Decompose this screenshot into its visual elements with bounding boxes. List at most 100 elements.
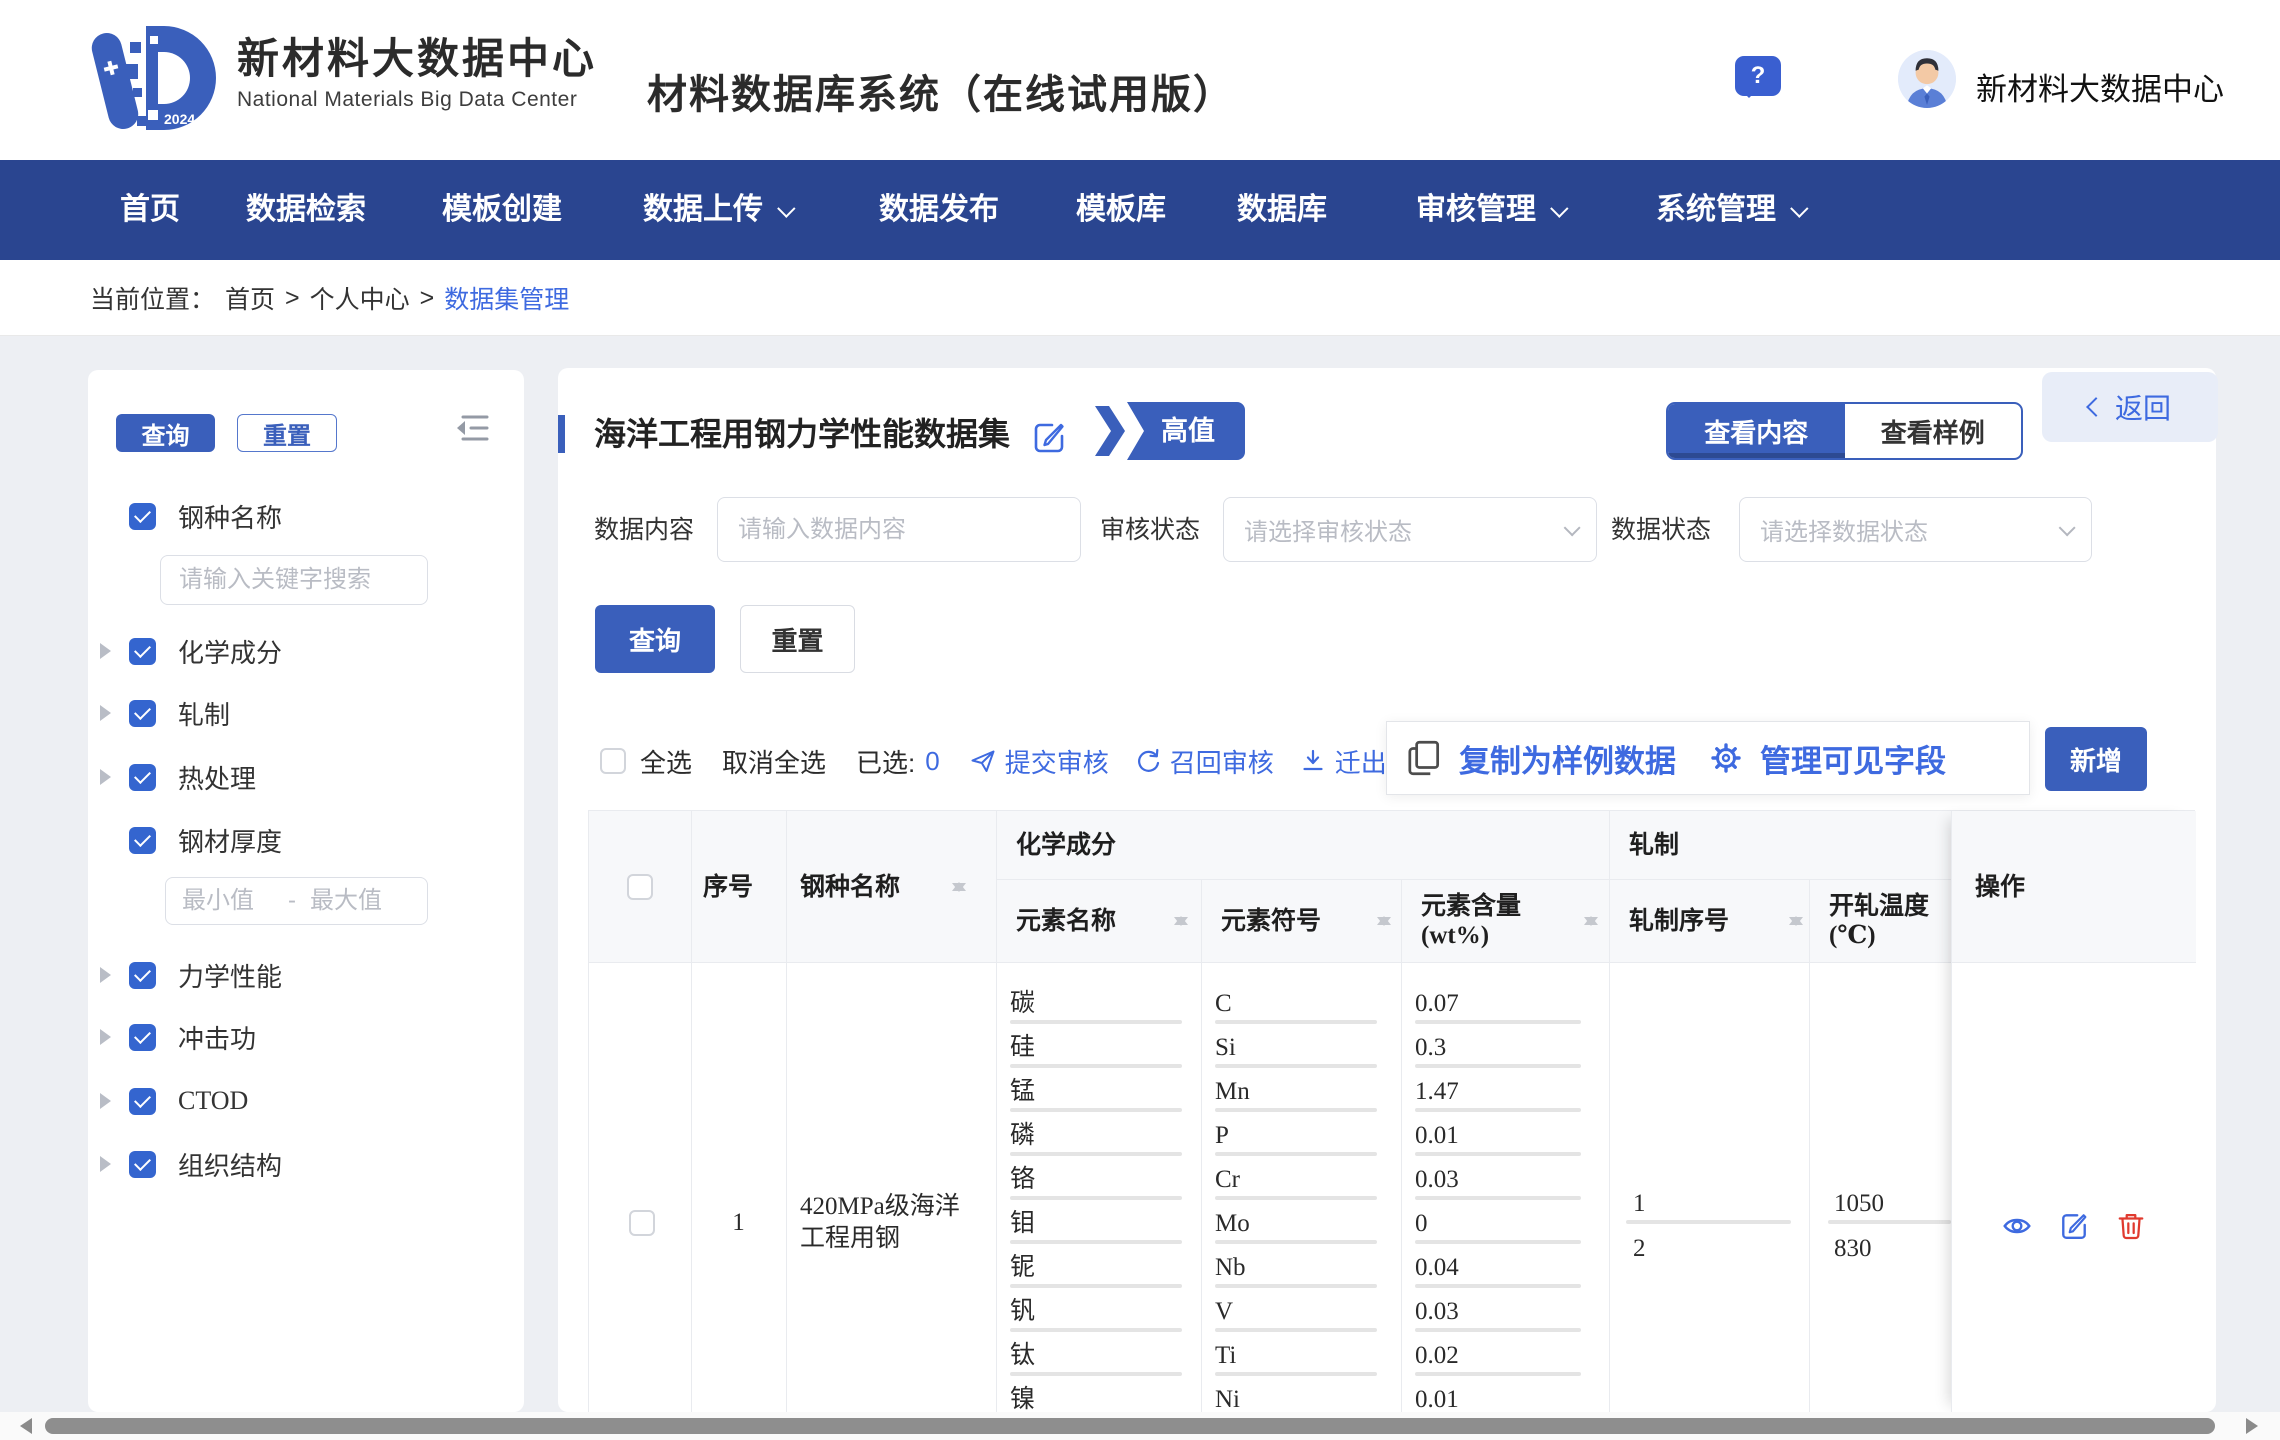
sort-icon[interactable]: [1789, 909, 1803, 933]
query-button[interactable]: 查询: [595, 605, 715, 673]
high-value-badge: 高值: [1093, 402, 1245, 460]
user-name[interactable]: 新材料大数据中心: [1976, 64, 2224, 109]
nav-item-template-library[interactable]: 模板库: [1076, 160, 1166, 260]
logo-text: 新材料大数据中心 National Materials Big Data Cen…: [237, 36, 597, 112]
add-button[interactable]: 新增: [2045, 727, 2147, 791]
manage-visible-fields-button[interactable]: 管理可见字段: [1760, 736, 1946, 781]
nav-item-data-publish[interactable]: 数据发布: [879, 160, 999, 260]
select-all-checkbox[interactable]: [600, 748, 626, 774]
audit-filter-label: 审核状态: [1100, 513, 1200, 547]
element-row: 硅Si0.3: [589, 1026, 1951, 1070]
header-checkbox[interactable]: [627, 874, 653, 900]
site-logo-icon: 2024: [90, 16, 222, 144]
col-elem-name-header: 元素名称: [1016, 906, 1116, 936]
field-label: 钢种名称: [178, 498, 282, 535]
checkbox-mechanical[interactable]: [129, 962, 156, 989]
main-nav: 首页 数据检索 模板创建 数据上传 数据发布 模板库 数据库 审核管理 系统管理: [0, 160, 2280, 260]
deselect-all-button[interactable]: 取消全选: [722, 743, 826, 780]
expand-icon[interactable]: [100, 1029, 119, 1045]
selected-count: 0: [925, 746, 939, 777]
recall-audit-button[interactable]: 召回审核: [1135, 743, 1274, 780]
checkbox-structure[interactable]: [129, 1151, 156, 1178]
sort-icon[interactable]: [952, 875, 966, 899]
expand-icon[interactable]: [100, 643, 119, 659]
collapse-sidebar-icon[interactable]: [453, 412, 491, 444]
col-elem-content-header: 元素含量 (wt%): [1421, 891, 1521, 951]
min-value-input[interactable]: [182, 887, 274, 915]
dataset-panel: 海洋工程用钢力学性能数据集 高值 查看内容 查看样例 数据内容 审核状态 请选择…: [558, 368, 2216, 1412]
back-button[interactable]: 返回: [2042, 372, 2218, 442]
breadcrumb-current[interactable]: 数据集管理: [444, 280, 569, 316]
badge-chevron-icon: [1093, 402, 1127, 460]
scroll-right-arrow-icon[interactable]: [2246, 1418, 2266, 1434]
nav-item-home[interactable]: 首页: [120, 160, 180, 260]
submit-audit-button[interactable]: 提交审核: [970, 743, 1109, 780]
delete-row-icon[interactable]: [2116, 1211, 2146, 1241]
view-sample-tab[interactable]: 查看样例: [1845, 404, 2022, 458]
audit-status-select[interactable]: 请选择审核状态: [1223, 497, 1597, 562]
field-label: 轧制: [178, 695, 230, 732]
sort-icon[interactable]: [1584, 909, 1598, 933]
data-table: 序号 钢种名称 化学成分 轧制 元素名称 元素符号 元素含量 (wt%) 轧制序…: [588, 810, 2195, 1412]
nav-item-data-search[interactable]: 数据检索: [246, 160, 366, 260]
keyword-search-input[interactable]: [160, 555, 428, 605]
download-icon: [1300, 748, 1326, 774]
checkbox-chemistry[interactable]: [129, 638, 156, 665]
reset-button[interactable]: 重置: [740, 605, 855, 673]
chevron-down-icon: [1564, 519, 1581, 536]
sort-icon[interactable]: [1174, 909, 1188, 933]
data-status-select[interactable]: 请选择数据状态: [1739, 497, 2092, 562]
max-value-input[interactable]: [310, 887, 402, 915]
group-rolling-header: 轧制: [1629, 830, 1679, 860]
checkbox-heat[interactable]: [129, 764, 156, 791]
view-row-icon[interactable]: [2002, 1211, 2032, 1241]
field-label: CTOD: [178, 1086, 248, 1116]
nav-item-data-upload[interactable]: 数据上传: [643, 160, 790, 260]
content-filter-input[interactable]: [717, 497, 1081, 562]
nav-item-database[interactable]: 数据库: [1237, 160, 1327, 260]
checkbox-steel-name[interactable]: [129, 503, 156, 530]
breadcrumb-home[interactable]: 首页: [225, 280, 275, 316]
help-icon[interactable]: ?: [1735, 56, 1781, 96]
expand-icon[interactable]: [100, 967, 119, 983]
selected-label: 已选:: [856, 743, 915, 780]
scrollbar-thumb[interactable]: [45, 1418, 2215, 1434]
avatar[interactable]: [1898, 50, 1956, 108]
sort-icon[interactable]: [1377, 909, 1391, 933]
sidebar-query-button[interactable]: 查询: [116, 414, 215, 452]
sidebar-reset-button[interactable]: 重置: [237, 414, 337, 452]
col-roll-temp-header: 开轧温度 (℃): [1829, 891, 1929, 951]
element-row: 锰Mn1.47: [589, 1070, 1951, 1114]
scroll-left-arrow-icon[interactable]: [12, 1418, 32, 1434]
logo-title: 新材料大数据中心: [237, 36, 597, 82]
edit-title-icon[interactable]: [1032, 420, 1066, 454]
element-row: 钛Ti0.02: [589, 1334, 1951, 1378]
element-row: 钼Mo0: [589, 1202, 1951, 1246]
field-label: 热处理: [178, 759, 256, 796]
expand-icon[interactable]: [100, 1156, 119, 1172]
horizontal-scrollbar: [0, 1412, 2280, 1440]
copy-as-sample-button[interactable]: 复制为样例数据: [1459, 736, 1676, 781]
checkbox-impact[interactable]: [129, 1024, 156, 1051]
checkbox-rolling[interactable]: [129, 700, 156, 727]
view-content-tab[interactable]: 查看内容: [1668, 404, 1845, 458]
expand-icon[interactable]: [100, 705, 119, 721]
field-label: 钢材厚度: [178, 822, 282, 859]
header-group-divider: [996, 879, 1951, 880]
select-all-label[interactable]: 全选: [640, 743, 692, 780]
checkbox-thickness[interactable]: [129, 827, 156, 854]
edit-row-icon[interactable]: [2059, 1211, 2089, 1241]
checkbox-ctod[interactable]: [129, 1088, 156, 1115]
nav-item-template-create[interactable]: 模板创建: [442, 160, 562, 260]
nav-item-audit-manage[interactable]: 审核管理: [1416, 160, 1563, 260]
breadcrumb-personal-center[interactable]: 个人中心: [310, 280, 410, 316]
nav-item-system-manage[interactable]: 系统管理: [1656, 160, 1803, 260]
migrate-out-button[interactable]: 迁出: [1300, 743, 1387, 780]
expand-icon[interactable]: [100, 769, 119, 785]
logo-year: 2024: [164, 111, 195, 127]
select-placeholder: 请选择数据状态: [1760, 512, 1928, 547]
rolling-seq-2: 2: [1633, 1227, 1646, 1271]
expand-icon[interactable]: [100, 1093, 119, 1109]
field-label: 化学成分: [178, 633, 282, 670]
select-placeholder: 请选择审核状态: [1244, 512, 1412, 547]
